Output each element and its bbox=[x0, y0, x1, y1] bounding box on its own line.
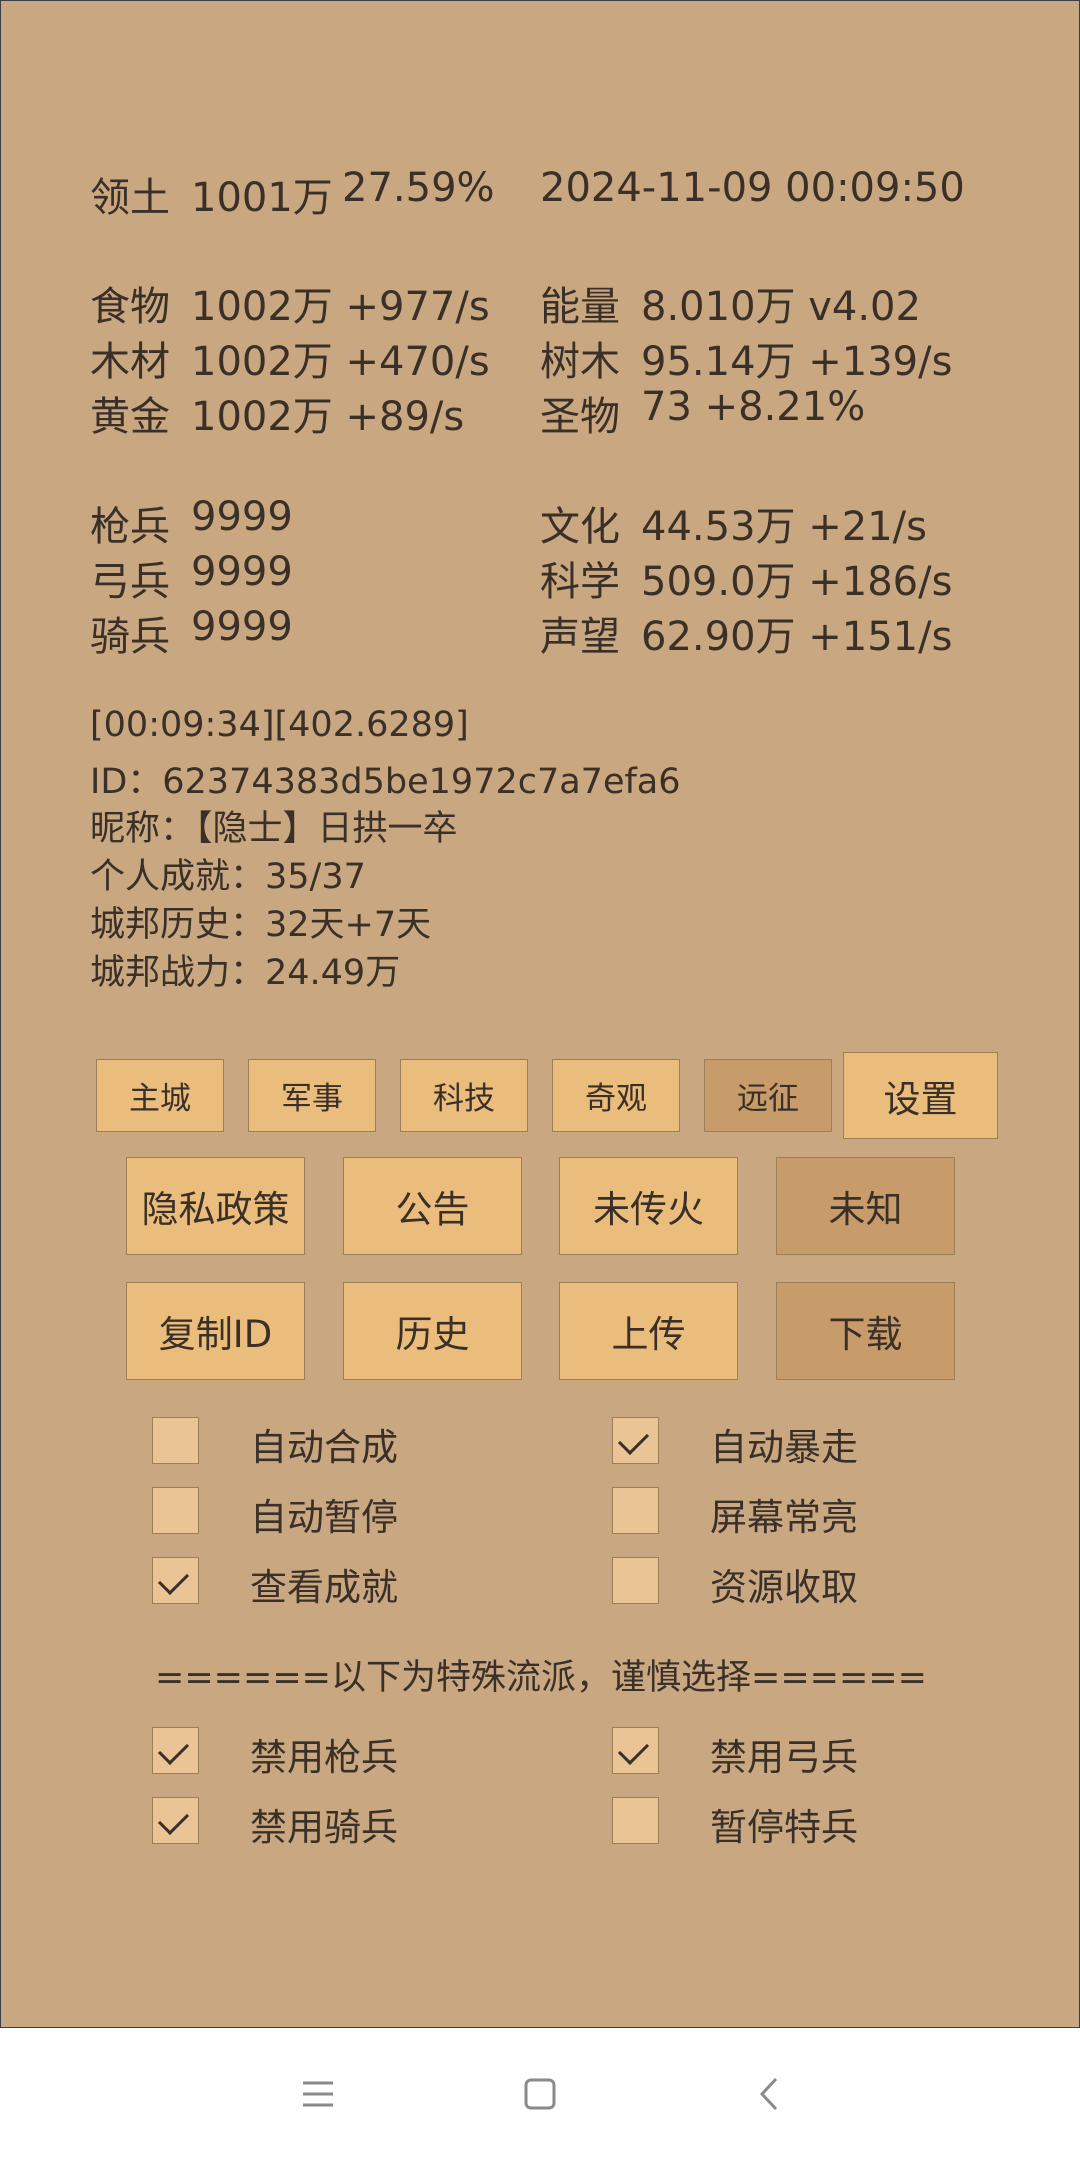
resource-label: 树木 bbox=[540, 339, 620, 385]
checkbox-disable-archers[interactable] bbox=[612, 1727, 659, 1774]
stat-value: 62.90万 +151/s bbox=[641, 614, 953, 660]
resource-food: 食物 1002万 +977/s bbox=[90, 274, 490, 332]
settings-button[interactable]: 设置 bbox=[843, 1052, 998, 1139]
option-label: 自动暂停 bbox=[250, 1496, 398, 1539]
check-icon bbox=[157, 1803, 190, 1836]
resource-value: 1002万 +977/s bbox=[191, 284, 490, 330]
checkbox-screen-on[interactable] bbox=[612, 1487, 659, 1534]
option-label: 禁用骑兵 bbox=[250, 1806, 398, 1849]
tab-military[interactable]: 军事 bbox=[248, 1059, 376, 1132]
stat-label: 文化 bbox=[540, 504, 620, 550]
checkbox-pause-special[interactable] bbox=[612, 1797, 659, 1844]
checkbox-auto-rampage[interactable] bbox=[612, 1417, 659, 1464]
nickname-line: 昵称：【隐士】日拱一卒 bbox=[90, 809, 458, 849]
check-icon bbox=[617, 1733, 650, 1766]
resource-energy: 能量 8.010万 v4.02 bbox=[540, 274, 921, 332]
troop-cavalry: 骑兵 9999 bbox=[90, 604, 293, 662]
back-icon[interactable] bbox=[752, 2076, 788, 2112]
checkbox-resource-collect[interactable] bbox=[612, 1557, 659, 1604]
troop-label: 骑兵 bbox=[90, 614, 170, 660]
territory-percent: 27.59% bbox=[342, 165, 495, 211]
troop-value: 9999 bbox=[191, 549, 293, 595]
resource-relics: 圣物 73 +8.21% bbox=[540, 384, 865, 442]
menu-icon[interactable] bbox=[300, 2076, 336, 2112]
check-icon bbox=[157, 1733, 190, 1766]
resource-gold: 黄金 1002万 +89/s bbox=[90, 384, 464, 442]
resource-trees: 树木 95.14万 +139/s bbox=[540, 329, 952, 387]
checkbox-disable-spearmen[interactable] bbox=[152, 1727, 199, 1774]
resource-label: 黄金 bbox=[90, 394, 170, 440]
territory-stat: 领土 1001万 27.59% bbox=[90, 165, 495, 223]
resource-value: 1002万 +470/s bbox=[191, 339, 490, 385]
option-label: 自动暴走 bbox=[710, 1426, 858, 1469]
checkbox-auto-pause[interactable] bbox=[152, 1487, 199, 1534]
stat-value: 44.53万 +21/s bbox=[641, 504, 927, 550]
history-line: 城邦历史：32天+7天 bbox=[90, 905, 432, 945]
checkbox-disable-cavalry[interactable] bbox=[152, 1797, 199, 1844]
timer-line: [00:09:34][402.6289] bbox=[90, 705, 469, 745]
option-label: 屏幕常亮 bbox=[710, 1496, 858, 1539]
torch-button[interactable]: 未传火 bbox=[559, 1157, 738, 1255]
history-button[interactable]: 历史 bbox=[343, 1282, 522, 1380]
home-icon[interactable] bbox=[522, 2076, 558, 2112]
datetime: 2024-11-09 00:09:50 bbox=[540, 165, 965, 211]
tab-technology[interactable]: 科技 bbox=[400, 1059, 528, 1132]
resource-value: 73 +8.21% bbox=[641, 384, 866, 430]
announcement-button[interactable]: 公告 bbox=[343, 1157, 522, 1255]
download-button[interactable]: 下载 bbox=[776, 1282, 955, 1380]
option-label: 资源收取 bbox=[710, 1566, 858, 1609]
tab-expedition[interactable]: 远征 bbox=[704, 1059, 832, 1132]
checkbox-view-achievements[interactable] bbox=[152, 1557, 199, 1604]
troop-archers: 弓兵 9999 bbox=[90, 549, 293, 607]
resource-label: 木材 bbox=[90, 339, 170, 385]
territory-value: 1001万 bbox=[191, 175, 333, 221]
privacy-policy-button[interactable]: 隐私政策 bbox=[126, 1157, 305, 1255]
option-label: 禁用弓兵 bbox=[710, 1736, 858, 1779]
checkbox-auto-merge[interactable] bbox=[152, 1417, 199, 1464]
stat-label: 声望 bbox=[540, 614, 620, 660]
achievements-line: 个人成就：35/37 bbox=[90, 857, 366, 897]
stat-science: 科学 509.0万 +186/s bbox=[540, 549, 952, 607]
tab-wonders[interactable]: 奇观 bbox=[552, 1059, 680, 1132]
troop-label: 弓兵 bbox=[90, 559, 170, 605]
territory-label: 领土 bbox=[90, 175, 170, 221]
resource-label: 圣物 bbox=[540, 394, 620, 440]
troop-value: 9999 bbox=[191, 494, 293, 540]
stat-value: 509.0万 +186/s bbox=[641, 559, 953, 605]
resource-label: 能量 bbox=[540, 284, 620, 330]
troop-spearmen: 枪兵 9999 bbox=[90, 494, 293, 552]
special-divider: ======以下为特殊流派，谨慎选择====== bbox=[155, 1658, 927, 1698]
check-icon bbox=[617, 1423, 650, 1456]
option-label: 查看成就 bbox=[250, 1566, 398, 1609]
unknown-button[interactable]: 未知 bbox=[776, 1157, 955, 1255]
stat-prestige: 声望 62.90万 +151/s bbox=[540, 604, 952, 662]
troop-value: 9999 bbox=[191, 604, 293, 650]
resource-value: 1002万 +89/s bbox=[191, 394, 465, 440]
option-label: 自动合成 bbox=[250, 1426, 398, 1469]
resource-label: 食物 bbox=[90, 284, 170, 330]
troop-label: 枪兵 bbox=[90, 504, 170, 550]
option-label: 禁用枪兵 bbox=[250, 1736, 398, 1779]
game-panel: 领土 1001万 27.59% 2024-11-09 00:09:50 食物 1… bbox=[0, 0, 1080, 2028]
resource-value: 8.010万 v4.02 bbox=[641, 284, 921, 330]
resource-wood: 木材 1002万 +470/s bbox=[90, 329, 490, 387]
stat-culture: 文化 44.53万 +21/s bbox=[540, 494, 927, 552]
check-icon bbox=[157, 1563, 190, 1596]
id-line: ID：62374383d5be1972c7a7efa6 bbox=[90, 762, 681, 802]
tab-main-city[interactable]: 主城 bbox=[96, 1059, 224, 1132]
resource-value: 95.14万 +139/s bbox=[641, 339, 953, 385]
upload-button[interactable]: 上传 bbox=[559, 1282, 738, 1380]
copy-id-button[interactable]: 复制ID bbox=[126, 1282, 305, 1380]
power-line: 城邦战力：24.49万 bbox=[90, 953, 401, 993]
option-label: 暂停特兵 bbox=[710, 1806, 858, 1849]
stat-label: 科学 bbox=[540, 559, 620, 605]
